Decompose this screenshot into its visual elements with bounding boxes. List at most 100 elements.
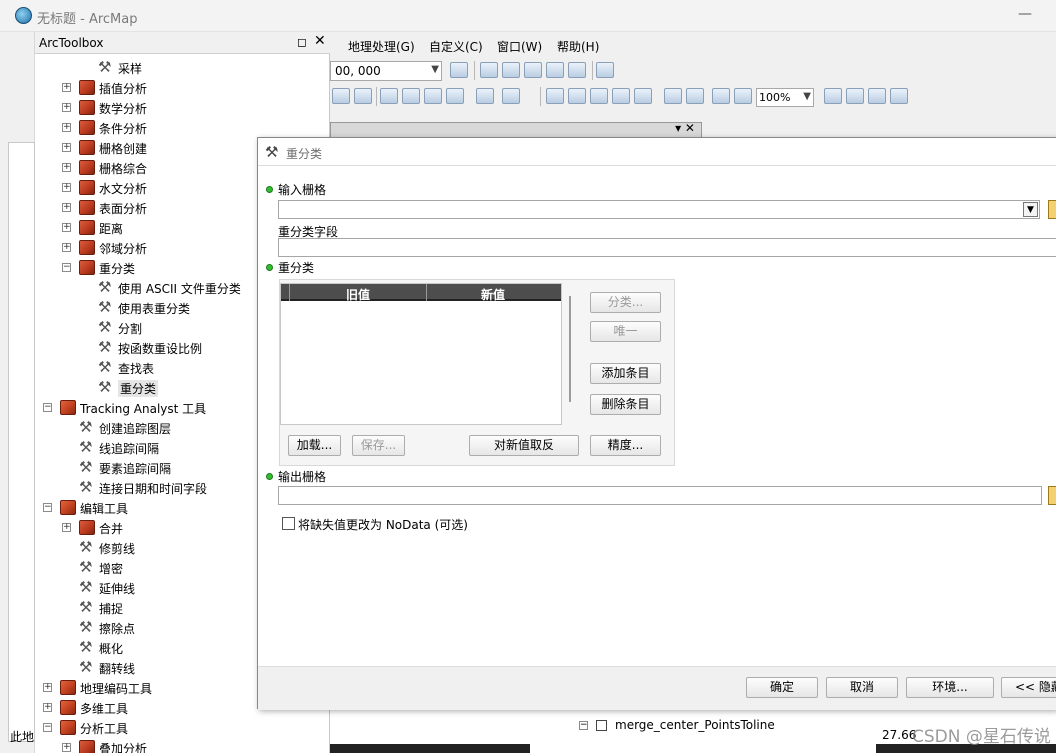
catalog-icon[interactable] xyxy=(502,62,520,78)
layout-zoom-in-icon[interactable] xyxy=(546,88,564,104)
expand-icon[interactable]: + xyxy=(62,743,71,752)
expand-icon[interactable]: + xyxy=(62,163,71,172)
back-extent-icon[interactable] xyxy=(712,88,730,104)
route-icon[interactable] xyxy=(424,88,442,104)
folder-icon[interactable] xyxy=(1048,486,1056,505)
tree-item-label: 叠加分析 xyxy=(99,742,148,753)
identify-icon[interactable] xyxy=(354,88,372,104)
forward-extent-icon[interactable] xyxy=(734,88,752,104)
toolset-icon xyxy=(79,740,95,753)
column-old-value[interactable]: 旧值 xyxy=(290,286,426,303)
expand-icon[interactable]: + xyxy=(62,523,71,532)
hammer-icon: ⚒ xyxy=(79,578,93,596)
add-entry-button[interactable]: 添加条目 xyxy=(590,363,661,384)
zoom-100-icon[interactable] xyxy=(634,88,652,104)
data-driven-pages-icon[interactable] xyxy=(890,88,908,104)
tree-item[interactable]: + 插值分析 xyxy=(35,78,330,98)
expand-icon[interactable]: + xyxy=(62,143,71,152)
layout-pan-icon[interactable] xyxy=(590,88,608,104)
model-builder-icon[interactable] xyxy=(596,62,614,78)
toolset-icon xyxy=(79,220,95,235)
layer-visibility-checkbox[interactable] xyxy=(596,720,607,731)
expand-icon[interactable]: + xyxy=(43,683,52,692)
zoom-whole-page-icon[interactable] xyxy=(612,88,630,104)
change-layout-icon[interactable] xyxy=(868,88,886,104)
expand-icon[interactable]: + xyxy=(62,123,71,132)
toolbar-separator xyxy=(376,87,377,106)
collapse-icon[interactable]: − xyxy=(62,263,71,272)
expand-icon[interactable]: + xyxy=(62,203,71,212)
focus-data-frame-icon[interactable] xyxy=(846,88,864,104)
precision-button[interactable]: 精度... xyxy=(590,435,661,456)
find-icon[interactable] xyxy=(402,88,420,104)
map-scale-combo[interactable]: 00, 000 ▼ xyxy=(330,61,442,81)
expand-icon[interactable]: + xyxy=(43,703,52,712)
menu-windows[interactable]: 窗口(W) xyxy=(497,38,542,55)
table-of-contents-icon[interactable] xyxy=(480,62,498,78)
map-window-titlebar: ▾ ✕ xyxy=(330,121,702,138)
tree-item-label: 翻转线 xyxy=(99,662,136,676)
layout-zoom-out-icon[interactable] xyxy=(568,88,586,104)
hide-help-button[interactable]: << 隐藏 xyxy=(1001,677,1056,698)
chevron-down-icon[interactable]: ▼ xyxy=(1023,202,1038,217)
menu-customize[interactable]: 自定义(C) xyxy=(429,38,483,55)
search-window-icon[interactable] xyxy=(524,62,542,78)
arctoolbox-icon[interactable] xyxy=(546,62,564,78)
save-button[interactable]: 保存... xyxy=(352,435,405,456)
toggle-draft-mode-icon[interactable] xyxy=(824,88,842,104)
column-new-value[interactable]: 新值 xyxy=(427,286,559,303)
folder-icon[interactable] xyxy=(1048,200,1056,219)
output-raster-field[interactable] xyxy=(278,486,1042,505)
python-window-icon[interactable] xyxy=(568,62,586,78)
close-icon[interactable]: ✕ xyxy=(314,33,326,49)
reverse-new-values-button[interactable]: 对新值取反 xyxy=(469,435,579,456)
ok-button[interactable]: 确定 xyxy=(746,677,818,698)
cancel-button[interactable]: 取消 xyxy=(826,677,898,698)
time-slider-icon[interactable] xyxy=(476,88,494,104)
reclass-table[interactable]: 旧值 新值 xyxy=(280,283,562,425)
expand-icon[interactable]: + xyxy=(62,223,71,232)
reclass-field-dropdown[interactable] xyxy=(278,238,1056,257)
chevron-down-icon: ▼ xyxy=(803,91,811,102)
chevron-down-icon: ▼ xyxy=(431,64,439,75)
tree-item-label: 多维工具 xyxy=(80,702,129,716)
close-icon[interactable]: ▾ ✕ xyxy=(675,121,695,135)
input-raster-label: 输入栅格 xyxy=(278,183,327,197)
load-button[interactable]: 加载... xyxy=(288,435,341,456)
tree-item[interactable]: + 数学分析 xyxy=(35,98,330,118)
environments-button[interactable]: 环境... xyxy=(906,677,994,698)
expand-icon[interactable]: + xyxy=(62,243,71,252)
toolset-icon xyxy=(79,120,95,135)
fixed-zoom-in-icon[interactable] xyxy=(664,88,682,104)
editor-icon[interactable] xyxy=(450,62,468,78)
collapse-icon[interactable]: − xyxy=(579,721,588,730)
tree-item[interactable]: + 条件分析 xyxy=(35,118,330,138)
collapse-icon[interactable]: − xyxy=(43,723,52,732)
menu-geoprocessing[interactable]: 地理处理(G) xyxy=(348,38,415,55)
tree-item[interactable]: ⚒ 采样 xyxy=(35,58,330,78)
collapse-icon[interactable]: − xyxy=(43,503,52,512)
fixed-zoom-out-icon[interactable] xyxy=(686,88,704,104)
expand-icon[interactable]: + xyxy=(62,83,71,92)
delete-entry-button[interactable]: 删除条目 xyxy=(590,394,661,415)
zoom-percent-combo[interactable]: 100% ▼ xyxy=(756,88,814,107)
menu-help[interactable]: 帮助(H) xyxy=(557,38,599,55)
nodata-checkbox[interactable] xyxy=(282,517,295,530)
select-features-icon[interactable] xyxy=(332,88,350,104)
expand-icon[interactable]: + xyxy=(62,103,71,112)
toolset-icon xyxy=(79,520,95,535)
goto-xy-icon[interactable] xyxy=(446,88,464,104)
measure-icon[interactable] xyxy=(380,88,398,104)
collapse-icon[interactable]: − xyxy=(43,403,52,412)
hammer-icon: ⚒ xyxy=(79,538,93,556)
unique-button[interactable]: 唯一 xyxy=(590,321,661,342)
tree-item[interactable]: + 叠加分析 xyxy=(35,738,330,753)
expand-icon[interactable]: + xyxy=(62,183,71,192)
pin-icon[interactable]: ◻ xyxy=(297,35,307,49)
minimize-button[interactable]: — xyxy=(1018,6,1032,22)
zoom-in-icon[interactable] xyxy=(502,88,520,104)
reclassification-label: 重分类 xyxy=(278,261,315,275)
input-raster-dropdown[interactable]: ▼ xyxy=(278,200,1040,219)
classify-button[interactable]: 分类... xyxy=(590,292,661,313)
tree-item[interactable]: − 分析工具 xyxy=(35,718,330,738)
